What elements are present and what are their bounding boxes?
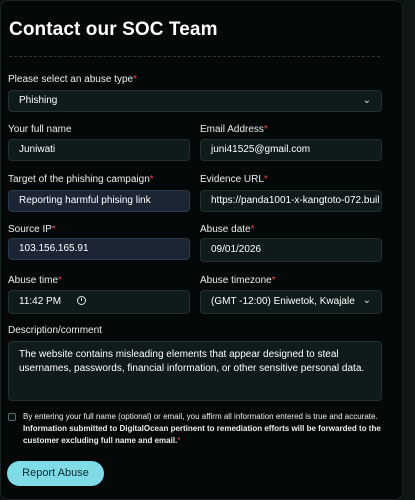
description-value: The website contains misleading elements… — [19, 349, 365, 374]
source-ip-label-text: Source IP — [8, 224, 52, 235]
required-mark: * — [149, 174, 154, 185]
required-mark: * — [263, 124, 268, 135]
full-name-value: Juniwati — [19, 144, 56, 155]
abuse-date-input[interactable]: 09/01/2026 — [200, 238, 382, 262]
abuse-timezone-value: (GMT -12:00) Eniwetok, Kwajale — [211, 296, 355, 307]
description-label-text: Description/comment — [8, 325, 102, 336]
abuse-date-label-text: Abuse date — [200, 224, 251, 235]
contact-form-card: Contact our SOC Team Please select an ab… — [0, 0, 403, 500]
report-abuse-button[interactable]: Report Abuse — [7, 461, 104, 486]
abuse-type-value: Phishing — [19, 95, 58, 106]
evidence-url-input[interactable]: https://panda1001-x-kangtoto-072.buil — [200, 190, 382, 212]
full-name-input[interactable]: Juniwati — [8, 139, 190, 161]
consent-text: By entering your full name (optional) or… — [23, 411, 385, 447]
abuse-timezone-select[interactable]: (GMT -12:00) Eniwetok, Kwajale ⌄ — [200, 290, 382, 314]
chevron-down-icon: ⌄ — [362, 95, 371, 106]
abuse-type-label-text: Please select an abuse type — [8, 74, 134, 85]
required-mark: * — [263, 174, 268, 185]
clock-icon[interactable] — [77, 296, 86, 305]
page-title: Contact our SOC Team — [9, 19, 218, 40]
abuse-timezone-label-text: Abuse timezone — [200, 275, 272, 286]
abuse-type-label: Please select an abuse type* — [8, 74, 137, 85]
source-ip-value: 103.156.165.91 — [19, 243, 89, 254]
required-mark: * — [271, 275, 276, 286]
divider — [9, 56, 380, 57]
email-value: juni41525@gmail.com — [211, 144, 311, 155]
abuse-time-label: Abuse time* — [8, 275, 62, 286]
abuse-date-value: 09/01/2026 — [211, 244, 262, 255]
target-label: Target of the phishing campaign* — [8, 174, 154, 185]
target-label-text: Target of the phishing campaign — [8, 174, 150, 185]
email-input[interactable]: juni41525@gmail.com — [200, 139, 382, 161]
abuse-date-label: Abuse date* — [200, 224, 255, 235]
source-ip-label: Source IP* — [8, 224, 56, 235]
chevron-down-icon: ⌄ — [362, 295, 371, 306]
required-mark: * — [51, 224, 56, 235]
consent-checkbox[interactable] — [8, 413, 16, 421]
description-textarea[interactable]: The website contains misleading elements… — [8, 341, 382, 401]
target-input[interactable]: Reporting harmful phising link — [8, 190, 190, 212]
full-name-label: Your full name — [8, 124, 72, 135]
target-value: Reporting harmful phising link — [19, 195, 151, 206]
required-mark: * — [58, 275, 62, 286]
email-label-text: Email Address — [200, 124, 264, 135]
abuse-type-select[interactable]: Phishing ⌄ — [8, 90, 382, 112]
full-name-label-text: Your full name — [8, 124, 72, 135]
abuse-time-value: 11:42 PM — [19, 296, 62, 307]
required-mark: * — [177, 436, 181, 445]
abuse-timezone-label: Abuse timezone* — [200, 275, 276, 286]
source-ip-input[interactable]: 103.156.165.91 — [8, 238, 190, 260]
email-label: Email Address* — [200, 124, 268, 135]
scrollbar[interactable] — [403, 0, 415, 500]
evidence-url-value: https://panda1001-x-kangtoto-072.buil — [211, 195, 380, 206]
required-mark: * — [250, 224, 255, 235]
abuse-time-input[interactable]: 11:42 PM — [8, 290, 190, 314]
consent-bold-text: Information submitted to DigitalOcean pe… — [23, 424, 381, 445]
required-mark: * — [133, 74, 137, 85]
evidence-url-label-text: Evidence URL — [200, 174, 264, 185]
evidence-url-label: Evidence URL* — [200, 174, 268, 185]
description-label: Description/comment — [8, 325, 102, 336]
abuse-time-label-text: Abuse time — [8, 275, 59, 286]
consent-plain-text: By entering your full name (optional) or… — [23, 412, 378, 421]
